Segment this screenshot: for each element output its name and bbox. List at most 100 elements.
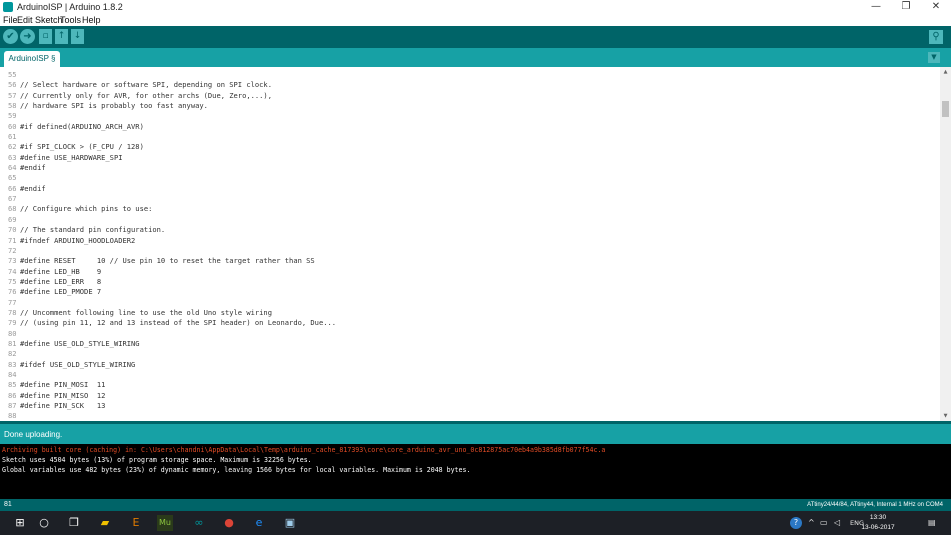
line-code: #define USE_HARDWARE_SPI [20,152,123,162]
line-number: 72 [8,245,17,255]
code-line: 74 #define LED_HB 9 [0,267,935,277]
code-line: 82 [0,349,935,359]
menu-tools[interactable]: Tools [60,14,81,26]
scroll-down-icon[interactable]: ▼ [940,411,951,421]
cursor-line-number: 81 [4,501,12,508]
scroll-up-icon[interactable]: ▲ [940,67,951,77]
code-line: 80 [0,329,935,339]
clock-date: 13-06-2017 [861,524,895,531]
line-code: #ifndef ARDUINO_HOODLOADER2 [20,235,136,245]
line-code: #define RESET 10 // Use pin 10 to reset … [20,256,315,266]
file-explorer-icon[interactable]: ▰ [97,515,113,531]
editor-scrollbar[interactable]: ▲ ▼ [940,67,951,421]
verify-button[interactable]: ✔ [3,29,18,44]
line-number: 82 [8,349,17,359]
code-line: 88 [0,411,935,421]
line-number: 79 [8,318,17,328]
app-e-icon[interactable]: E [128,515,144,531]
code-line: 62 #if SPI_CLOCK > (F_CPU / 128) [0,142,935,152]
clock[interactable]: 13:30 13-06-2017 [858,513,898,533]
console-output[interactable]: Archiving built core (caching) in: C:\Us… [0,444,951,499]
code-line: 79// (using pin 11, 12 and 13 instead of… [0,318,935,328]
arduino-app-icon [3,2,13,12]
line-number: 76 [8,287,17,297]
line-code: // Currently only for AVR, for other arc… [20,90,272,100]
maximize-button[interactable]: ❐ [891,0,921,14]
muse-icon[interactable]: Mu [157,515,173,531]
tab-menu-button[interactable]: ▼ [928,52,940,63]
code-line: 69 [0,215,935,225]
edge-icon[interactable]: e [251,515,267,531]
line-code: #define PIN_MOSI 11 [20,380,106,390]
code-line: 57// Currently only for AVR, for other a… [0,91,935,101]
code-line: 81 #define USE_OLD_STYLE_WIRING [0,339,935,349]
network-icon[interactable]: ▭ [820,516,828,530]
menu-help[interactable]: Help [82,14,101,26]
line-number: 69 [8,214,17,224]
line-code: #ifdef USE_OLD_STYLE_WIRING [20,359,136,369]
tab-arduinoisp[interactable]: ArduinoISP § [4,51,60,67]
code-line: 87 #define PIN_SCK 13 [0,401,935,411]
minimize-button[interactable]: — [861,0,891,14]
notification-icon[interactable]: ▤ [928,516,936,530]
line-code: #endif [20,183,46,193]
line-number: 61 [8,132,17,142]
serial-monitor-button[interactable]: ⚲ [929,30,943,44]
code-editor[interactable]: 55 56// Select hardware or software SPI, … [0,67,951,421]
photos-icon[interactable]: ▣ [282,515,298,531]
close-button[interactable]: ✕ [921,0,951,14]
code-line: 67 [0,194,935,204]
line-code: #if defined(ARDUINO_ARCH_AVR) [20,121,144,131]
tray-chevron-icon[interactable]: ^ [808,516,815,530]
line-code: #define USE_OLD_STYLE_WIRING [20,338,140,348]
arduino-icon[interactable]: ∞ [191,515,207,531]
line-number: 71 [8,235,17,245]
line-code: #if SPI_CLOCK > (F_CPU / 128) [20,142,144,152]
line-number: 64 [8,163,17,173]
code-line: 76 #define LED_PMODE 7 [0,287,935,297]
start-icon[interactable]: ⊞ [12,515,28,531]
code-line: 75 #define LED_ERR 8 [0,277,935,287]
code-line: 55 [0,70,935,80]
code-lines: 55 56// Select hardware or software SPI, … [0,70,935,421]
footer-bar: 81 ATtiny24/44/84, ATtiny44, Internal 1 … [0,499,951,511]
menu-sketch[interactable]: Sketch [35,14,63,26]
cortana-icon[interactable]: ○ [36,515,52,531]
volume-icon[interactable]: ◁ [834,516,840,530]
windows-taskbar: ⊞ ○ ❐ ▰ E Mu ∞ ● e ▣ ? ^ ▭ ◁ ENG 13:30 13-06-2… [0,511,951,535]
clock-time: 13:30 [869,514,887,521]
console-line: Archiving built core (caching) in: C:\Us… [2,446,606,454]
line-code: #define PIN_SCK 13 [20,401,106,410]
line-number: 56 [8,80,17,90]
menu-bar: File Edit Sketch Tools Help [0,14,951,26]
code-line: 58// hardware SPI is probably too fast a… [0,101,935,111]
help-icon[interactable]: ? [790,517,802,529]
new-sketch-button[interactable]: ▫ [39,29,52,44]
line-number: 78 [8,307,17,317]
line-number: 57 [8,90,17,100]
task-view-icon[interactable]: ❐ [66,515,82,531]
chrome-icon[interactable]: ● [221,515,237,531]
upload-button[interactable]: ➜ [20,29,35,44]
line-number: 60 [8,121,17,131]
status-bar: Done uploading. [0,421,951,444]
window-title: ArduinoISP | Arduino 1.8.2 [17,2,123,12]
line-number: 70 [8,225,17,235]
code-line: 73 #define RESET 10 // Use pin 10 to rese… [0,256,935,266]
code-line: 72 [0,246,935,256]
code-line: 63 #define USE_HARDWARE_SPI [0,153,935,163]
scroll-thumb[interactable] [942,101,949,117]
open-sketch-button[interactable]: ↑ [55,29,68,44]
line-code: // Select hardware or software SPI, depe… [20,80,272,90]
line-number: 88 [8,411,17,421]
code-line: 61 [0,132,935,142]
line-number: 84 [8,369,17,379]
code-line: 59 [0,111,935,121]
save-sketch-button[interactable]: ↓ [71,29,84,44]
menu-edit[interactable]: Edit [17,14,33,26]
line-code: #endif [20,163,46,173]
line-number: 77 [8,297,17,307]
menu-file[interactable]: File [3,14,18,26]
line-number: 59 [8,111,17,121]
code-line: 85 #define PIN_MOSI 11 [0,380,935,390]
